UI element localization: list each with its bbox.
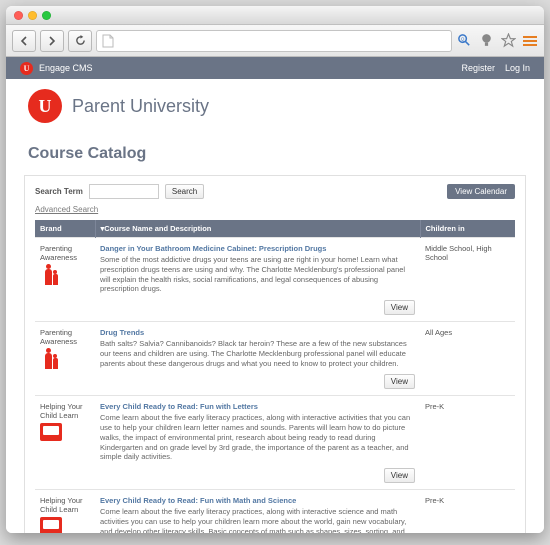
brand-name: Helping Your Child Learn <box>40 402 90 420</box>
brand-cell: Parenting Awareness <box>35 322 95 396</box>
brand-cell: Parenting Awareness <box>35 238 95 322</box>
brand-name: Parenting Awareness <box>40 244 90 262</box>
children-cell: Middle School, High School <box>420 238 515 322</box>
login-link[interactable]: Log In <box>505 63 530 73</box>
course-description: Some of the most addictive drugs your te… <box>100 255 415 294</box>
window-maximize-button[interactable] <box>42 11 51 20</box>
children-cell: Pre-K <box>420 396 515 490</box>
page-content: U Engage CMS Register Log In U Parent Un… <box>6 57 544 533</box>
search-label: Search Term <box>35 187 83 196</box>
window-close-button[interactable] <box>14 11 23 20</box>
page-icon <box>102 34 114 48</box>
hamburger-icon <box>523 36 537 46</box>
brand-header: U Parent University <box>6 79 544 137</box>
col-course[interactable]: ▾Course Name and Description <box>95 220 420 238</box>
brand-cell: Helping Your Child Learn <box>35 396 95 490</box>
lightbulb-icon[interactable] <box>478 33 494 49</box>
course-cell: Drug Trends Bath salts? Salvia? Cannibano… <box>95 322 420 396</box>
search-button[interactable]: Search <box>165 184 204 199</box>
brand-title: Parent University <box>72 96 209 117</box>
window-titlebar <box>6 6 544 25</box>
site-name: Engage CMS <box>39 63 93 73</box>
register-link[interactable]: Register <box>461 63 495 73</box>
site-top-nav: U Engage CMS Register Log In <box>6 57 544 79</box>
parenting-icon <box>40 349 62 369</box>
course-title-link[interactable]: Danger in Your Bathroom Medicine Cabinet… <box>100 244 415 253</box>
course-cell: Every Child Ready to Read: Fun with Lett… <box>95 396 420 490</box>
reload-button[interactable] <box>68 30 92 52</box>
course-title-link[interactable]: Drug Trends <box>100 328 415 337</box>
col-children[interactable]: Children in <box>420 220 515 238</box>
back-button[interactable] <box>12 30 36 52</box>
nav-logo-icon: U <box>20 62 33 75</box>
col-brand[interactable]: Brand <box>35 220 95 238</box>
brand-name: Parenting Awareness <box>40 328 90 346</box>
view-calendar-button[interactable]: View Calendar <box>447 184 515 199</box>
menu-button[interactable] <box>522 33 538 49</box>
children-cell: All Ages <box>420 322 515 396</box>
advanced-search-link[interactable]: Advanced Search <box>35 205 515 214</box>
url-bar[interactable] <box>96 30 452 52</box>
parenting-icon <box>40 265 62 285</box>
course-cell: Danger in Your Bathroom Medicine Cabinet… <box>95 238 420 322</box>
svg-text:Q: Q <box>460 37 464 42</box>
view-button[interactable]: View <box>384 374 415 389</box>
course-description: Bath salts? Salvia? Cannibanoids? Black … <box>100 339 415 368</box>
catalog-panel: Search Term Search View Calendar Advance… <box>24 175 526 533</box>
book-icon <box>40 423 62 441</box>
course-table: Brand ▾Course Name and Description Child… <box>35 220 515 533</box>
brand-name: Helping Your Child Learn <box>40 496 90 514</box>
brand-logo-icon: U <box>28 89 62 123</box>
children-cell: Pre-K <box>420 490 515 534</box>
page-title: Course Catalog <box>6 137 544 175</box>
table-row: Helping Your Child Learn Every Child Read… <box>35 396 515 490</box>
browser-toolbar: Q <box>6 25 544 57</box>
table-row: Parenting Awareness Drug Trends Bath salts… <box>35 322 515 396</box>
search-page-icon[interactable]: Q <box>456 33 472 49</box>
view-button[interactable]: View <box>384 468 415 483</box>
star-icon[interactable] <box>500 33 516 49</box>
course-cell: Every Child Ready to Read: Fun with Math… <box>95 490 420 534</box>
window-minimize-button[interactable] <box>28 11 37 20</box>
browser-window: Q U Engage CMS Register Log In <box>6 6 544 533</box>
course-title-link[interactable]: Every Child Ready to Read: Fun with Lett… <box>100 402 415 411</box>
search-input[interactable] <box>89 184 159 199</box>
view-button[interactable]: View <box>384 300 415 315</box>
forward-button[interactable] <box>40 30 64 52</box>
brand-cell: Helping Your Child Learn <box>35 490 95 534</box>
course-title-link[interactable]: Every Child Ready to Read: Fun with Math… <box>100 496 415 505</box>
course-description: Come learn about the five early literacy… <box>100 507 415 533</box>
course-description: Come learn about the five early literacy… <box>100 413 415 462</box>
book-icon <box>40 517 62 533</box>
table-row: Parenting Awareness Danger in Your Bathro… <box>35 238 515 322</box>
table-row: Helping Your Child Learn Every Child Read… <box>35 490 515 534</box>
